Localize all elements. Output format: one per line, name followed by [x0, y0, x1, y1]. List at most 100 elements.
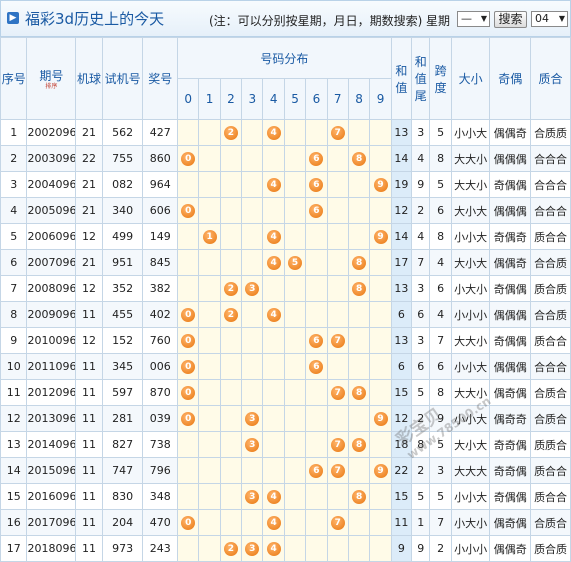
dist-cell-2: [219, 379, 243, 406]
number-ball: 6: [309, 178, 324, 192]
col-issue[interactable]: 期号 排序: [26, 37, 77, 120]
dist-cell-8: [347, 327, 371, 354]
cell-parity: 奇偶偶: [489, 327, 532, 354]
number-select[interactable]: 04 ▼: [531, 11, 568, 27]
sort-icon[interactable]: 排序: [28, 84, 75, 90]
dist-cell-2: 2: [219, 535, 243, 562]
cell-prize-number: 796: [142, 457, 179, 484]
dist-cell-6: 6: [305, 171, 328, 198]
dist-cell-5: [283, 301, 307, 328]
cell-machine: 21: [75, 119, 103, 146]
dist-cell-9: [369, 301, 392, 328]
dist-cell-7: 7: [326, 431, 349, 458]
cell-sum: 17: [390, 249, 413, 276]
dist-cell-1: [198, 431, 221, 458]
weekday-select[interactable]: — ▼: [457, 11, 490, 27]
cell-size: 小小大: [450, 483, 491, 510]
number-ball: 0: [181, 308, 196, 322]
cell-size: 大小大: [450, 249, 491, 276]
table-row: 5 2006096 12 499 149 1 4 9 14 4 8 小小大 奇偶奇 质合合: [0, 223, 571, 250]
cell-machine: 21: [75, 171, 103, 198]
dist-cell-5: [283, 431, 307, 458]
number-ball: 9: [373, 464, 388, 478]
cell-parity: 奇奇偶: [489, 457, 532, 484]
cell-sum-tail: 8: [411, 431, 431, 458]
number-ball: 4: [266, 230, 281, 244]
cell-sum: 12: [390, 197, 413, 224]
dist-cell-2: [219, 431, 243, 458]
search-button[interactable]: 搜索: [494, 11, 527, 28]
digit-header-1: 1: [198, 78, 221, 120]
dist-cell-1: [198, 171, 221, 198]
table-row: 14 2015096 11 747 796 6 7 9 22 2 3 大大大 奇奇偶 质合合: [0, 457, 571, 484]
dist-cell-9: [369, 483, 392, 510]
dist-cell-4: [262, 379, 285, 406]
cell-prize-number: 348: [142, 483, 179, 510]
dist-cell-3: [241, 223, 264, 250]
dist-cell-9: 9: [369, 405, 392, 432]
cell-parity: 偶奇偶: [489, 509, 532, 536]
cell-seq: 10: [0, 353, 28, 380]
dist-cell-3: [241, 353, 264, 380]
cell-issue: 2008096: [26, 275, 77, 302]
dist-cell-0: [177, 275, 200, 302]
table-row: 12 2013096 11 281 039 0 3 9 12 2 9 小小大 偶奇奇 合质合: [0, 405, 571, 432]
number-ball: 3: [245, 282, 260, 296]
cell-machine: 11: [75, 431, 103, 458]
page-title: 福彩3d历史上的今天: [25, 10, 165, 28]
cell-seq: 2: [0, 145, 28, 172]
cell-issue: 2002096: [26, 119, 77, 146]
dist-cell-0: [177, 535, 200, 562]
cell-span: 8: [429, 145, 452, 172]
dist-cell-1: [198, 379, 221, 406]
dist-cell-7: 7: [326, 457, 349, 484]
cell-size: 小小大: [450, 223, 491, 250]
cell-parity: 奇偶偶: [489, 171, 532, 198]
cell-sum: 6: [390, 353, 413, 380]
cell-span: 5: [429, 431, 452, 458]
digit-header-2: 2: [219, 78, 243, 120]
dist-cell-7: [326, 301, 349, 328]
cell-machine: 11: [75, 379, 103, 406]
cell-prime: 质合合: [530, 457, 571, 484]
number-ball: 7: [330, 334, 345, 348]
cell-prize-number: 845: [142, 249, 179, 276]
cell-seq: 1: [0, 119, 28, 146]
cell-seq: 12: [0, 405, 28, 432]
cell-prize-number: 039: [142, 405, 179, 432]
dist-cell-1: [198, 327, 221, 354]
cell-size: 小小大: [450, 119, 491, 146]
cell-seq: 14: [0, 457, 28, 484]
dist-cell-8: [347, 535, 371, 562]
cell-sum-tail: 7: [411, 249, 431, 276]
cell-sum-tail: 5: [411, 483, 431, 510]
cell-sum-tail: 2: [411, 457, 431, 484]
dist-cell-4: 4: [262, 223, 285, 250]
dist-cell-8: [347, 509, 371, 536]
dist-cell-8: 8: [347, 275, 371, 302]
cell-prime: 合合质: [530, 301, 571, 328]
dist-cell-3: [241, 171, 264, 198]
number-ball: 0: [181, 386, 196, 400]
number-ball: 4: [266, 308, 281, 322]
cell-size: 小小大: [450, 405, 491, 432]
dist-cell-5: [283, 379, 307, 406]
col-sum: 和值: [390, 37, 413, 120]
cell-issue: 2013096: [26, 405, 77, 432]
cell-prime: 合合合: [530, 353, 571, 380]
dist-cell-3: [241, 249, 264, 276]
cell-seq: 6: [0, 249, 28, 276]
dist-cell-0: [177, 119, 200, 146]
cell-span: 7: [429, 509, 452, 536]
dist-cell-9: [369, 431, 392, 458]
weekday-label: 星期: [426, 14, 451, 28]
cell-parity: 奇偶奇: [489, 223, 532, 250]
cell-sum: 19: [390, 171, 413, 198]
dist-cell-3: [241, 327, 264, 354]
cell-sum: 9: [390, 535, 413, 562]
dist-cell-6: [305, 119, 328, 146]
cell-test-number: 352: [101, 275, 144, 302]
dist-cell-1: [198, 275, 221, 302]
cell-span: 6: [429, 275, 452, 302]
dist-cell-7: [326, 353, 349, 380]
